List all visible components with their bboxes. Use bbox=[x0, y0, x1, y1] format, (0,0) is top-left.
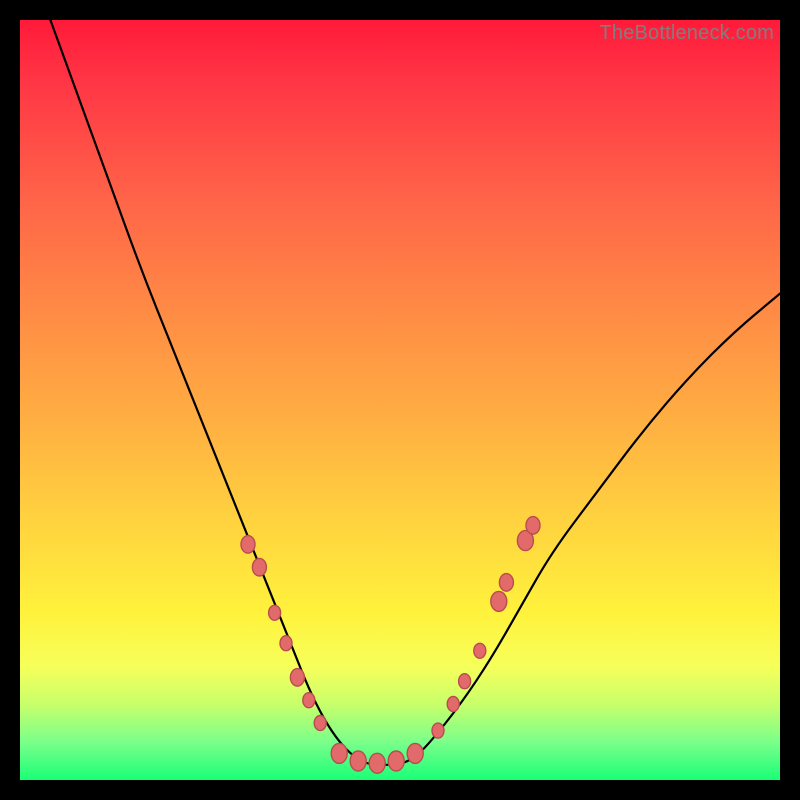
highlight-dot bbox=[491, 591, 507, 611]
chart-plot-area: TheBottleneck.com bbox=[20, 20, 780, 780]
highlight-dot bbox=[314, 716, 326, 731]
highlight-dot bbox=[269, 605, 281, 620]
highlight-dot bbox=[447, 697, 459, 712]
highlight-dot bbox=[407, 743, 423, 763]
highlight-dot bbox=[499, 574, 513, 592]
highlight-dot bbox=[280, 636, 292, 651]
highlight-dot bbox=[474, 643, 486, 658]
highlight-dot bbox=[369, 753, 385, 773]
highlight-dot bbox=[388, 751, 404, 771]
chart-frame: TheBottleneck.com bbox=[0, 0, 800, 800]
highlight-dot bbox=[252, 558, 266, 576]
chart-svg bbox=[20, 20, 780, 780]
highlight-dot bbox=[350, 751, 366, 771]
highlight-dot bbox=[432, 723, 444, 738]
highlight-dot bbox=[290, 669, 304, 687]
bottleneck-curve bbox=[50, 20, 780, 765]
highlight-dot bbox=[303, 693, 315, 708]
highlight-dot bbox=[526, 517, 540, 535]
highlight-dot bbox=[331, 743, 347, 763]
highlight-dots bbox=[241, 517, 540, 774]
highlight-dot bbox=[459, 674, 471, 689]
highlight-dot bbox=[241, 536, 255, 554]
